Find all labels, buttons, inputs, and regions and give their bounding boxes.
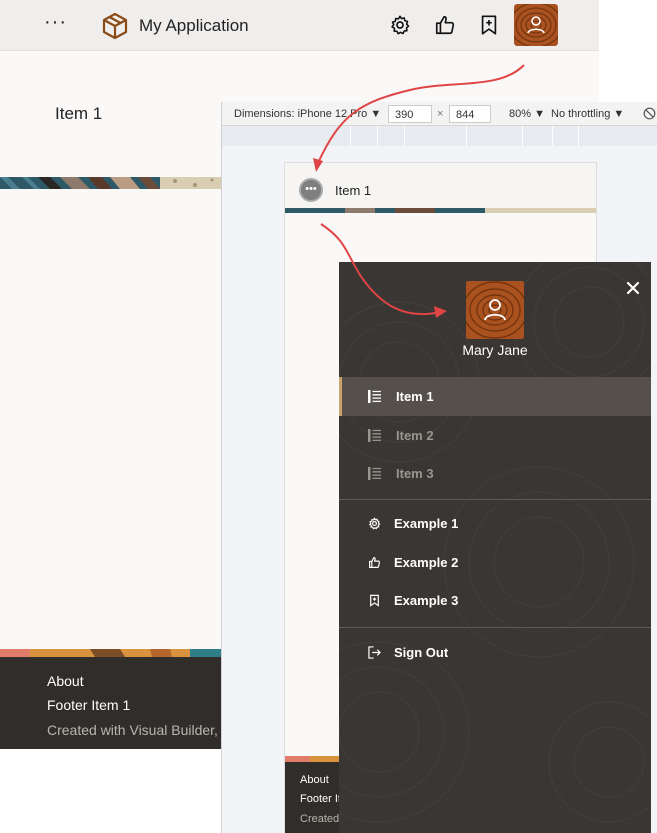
width-input[interactable]: 390 (388, 105, 432, 123)
list-icon (368, 467, 381, 480)
app-header: ··· My Application (0, 0, 599, 51)
page-title: Item 1 (55, 104, 103, 123)
nav-item-label: Item 1 (396, 389, 434, 404)
nav-example-1[interactable]: Example 1 (339, 504, 651, 543)
phone-footer-about[interactable]: About (300, 774, 329, 786)
screenshot-stage: ··· My Application Item 1 About Footer I… (0, 0, 657, 833)
hamburger-menu-button[interactable]: ••• (299, 178, 323, 202)
user-avatar[interactable] (514, 4, 558, 46)
throttle-select[interactable]: No throttling ▼ (551, 108, 624, 120)
device-ruler (222, 126, 657, 146)
bookmark-add-icon[interactable] (478, 14, 500, 36)
app-title: My Application (139, 16, 249, 35)
drawer-user-name: Mary Jane (462, 342, 528, 358)
device-toolbar: Dimensions: iPhone 12 Pro ▼ 390 × 844 80… (222, 102, 657, 126)
navigation-drawer: Mary Jane Item 1 Item 2 Item 3 Example 1… (339, 262, 651, 833)
nav-example-label: Example 2 (394, 555, 459, 570)
gear-icon[interactable] (389, 14, 411, 36)
phone-footer-credit: Created (300, 813, 340, 825)
phone-page-title: Item 1 (335, 183, 372, 198)
footer-credit: Created with Visual Builder, O (47, 722, 233, 738)
nav-item-2[interactable]: Item 2 (339, 416, 651, 455)
thumbs-up-icon[interactable] (434, 14, 456, 36)
more-menu-icon[interactable]: ··· (44, 11, 67, 33)
rotate-icon[interactable] (643, 107, 656, 120)
nav-example-label: Example 3 (394, 593, 459, 608)
phone-banner (285, 208, 596, 213)
decorative-banner (0, 177, 225, 189)
drawer-user-avatar[interactable] (466, 281, 524, 339)
list-icon (368, 390, 381, 403)
page-content (0, 189, 225, 649)
times-separator: × (437, 108, 444, 120)
phone-header: ••• Item 1 (285, 163, 596, 208)
footer-about-link[interactable]: About (47, 673, 84, 689)
nav-item-1[interactable]: Item 1 (339, 377, 651, 416)
sign-out-label: Sign Out (394, 645, 449, 660)
footer-item-link[interactable]: Footer Item 1 (47, 697, 130, 713)
bookmark-icon (370, 594, 379, 607)
drawer-divider (339, 499, 651, 500)
nav-item-label: Item 2 (396, 428, 434, 443)
cube-logo-icon (102, 12, 128, 40)
sign-out-item[interactable]: Sign Out (339, 633, 651, 672)
app-footer: About Footer Item 1 Created with Visual … (0, 657, 233, 749)
gear-icon (368, 517, 381, 530)
device-select[interactable]: Dimensions: iPhone 12 Pro ▼ (234, 108, 381, 120)
thumbs-up-icon (369, 557, 381, 568)
phone-footer-item[interactable]: Footer It (300, 793, 341, 805)
height-input[interactable]: 844 (449, 105, 491, 123)
list-icon (368, 429, 381, 442)
zoom-select[interactable]: 80% ▼ (509, 108, 545, 120)
nav-item-3[interactable]: Item 3 (339, 454, 651, 493)
footer-banner (0, 649, 225, 657)
drawer-divider (339, 627, 651, 628)
close-icon[interactable] (625, 280, 641, 296)
nav-example-label: Example 1 (394, 516, 459, 531)
nav-example-2[interactable]: Example 2 (339, 543, 651, 582)
sign-out-icon (368, 646, 381, 659)
nav-item-label: Item 3 (396, 466, 434, 481)
nav-example-3[interactable]: Example 3 (339, 581, 651, 620)
